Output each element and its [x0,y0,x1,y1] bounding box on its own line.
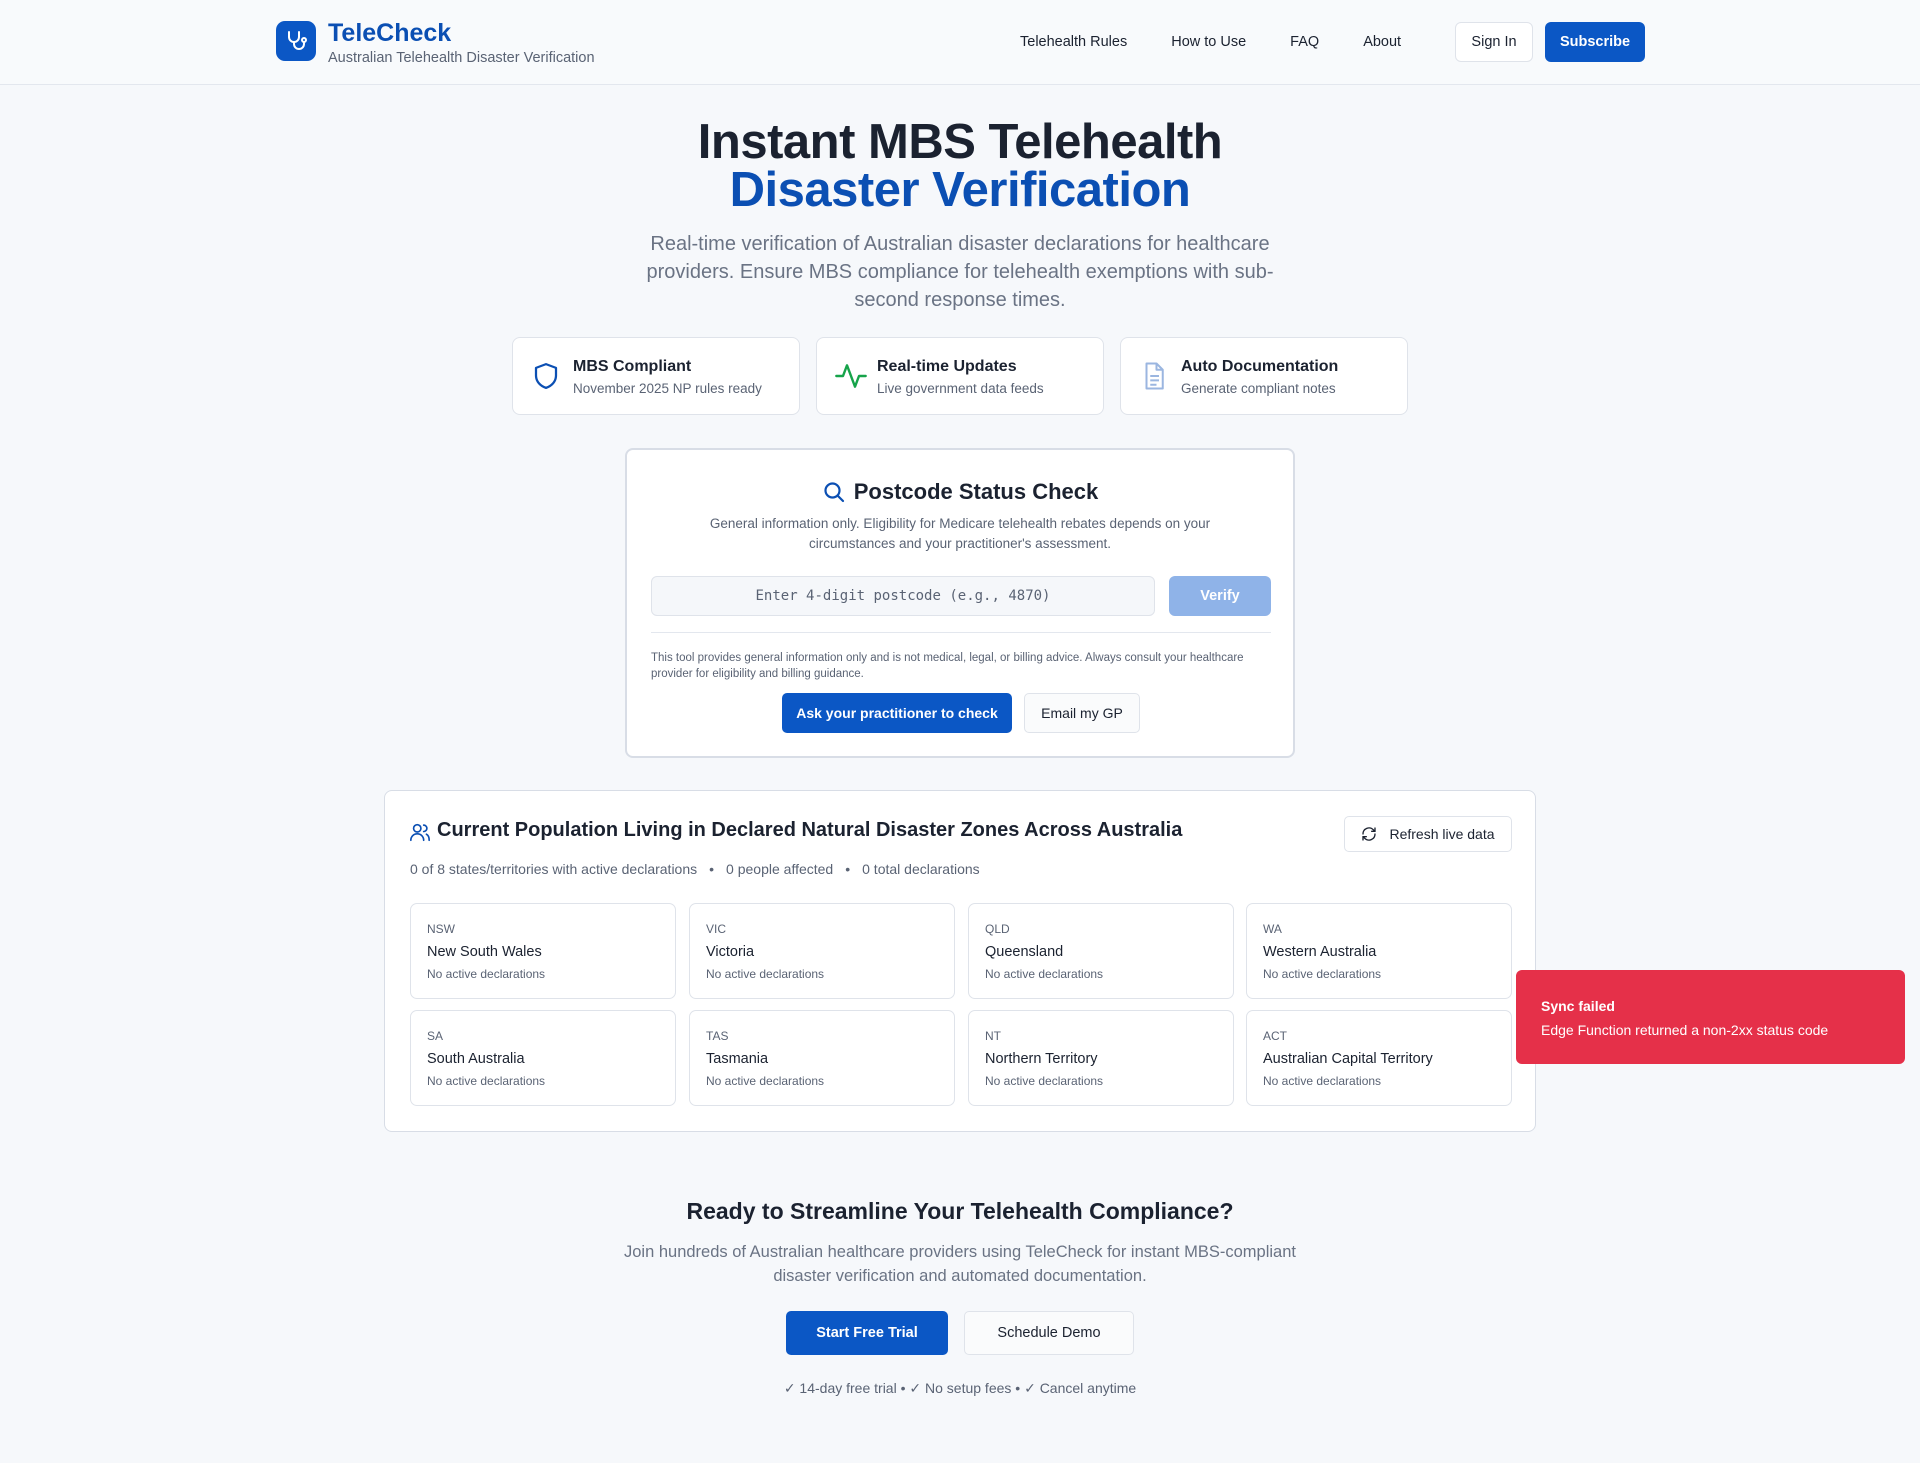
main-nav: Telehealth Rules How to Use FAQ About [1020,22,1445,62]
cta-note: ✓ 14-day free trial • ✓ No setup fees • … [783,1380,1137,1396]
population-stats: 0 of 8 states/territories with active de… [410,861,980,877]
state-name: Northern Territory [985,1051,1098,1067]
state-status: No active declarations [427,967,546,981]
state-code: NSW [427,922,455,936]
state-status: No active declarations [985,967,1104,981]
email-gp-button[interactable]: Email my GP [1024,693,1140,733]
verify-button[interactable]: Verify [1169,576,1271,616]
postcode-check-card: Postcode Status Check General informatio… [625,448,1295,758]
brand-tagline: Australian Telehealth Disaster Verificat… [328,50,595,66]
feature-subtitle: Live government data feeds [877,381,1044,396]
state-code: VIC [706,922,727,936]
state-card-vic[interactable]: VIC Victoria No active declarations [689,903,955,999]
separator-dot: • [709,861,715,877]
state-code: SA [427,1029,444,1043]
state-status: No active declarations [427,1074,546,1088]
feature-title: MBS Compliant [573,358,692,375]
hero-title-line2: Disaster Verification [729,163,1191,217]
state-name: Australian Capital Territory [1263,1051,1433,1067]
state-code: QLD [985,922,1010,936]
postcode-disclaimer: This tool provides general information o… [651,652,1244,680]
nav-faq[interactable]: FAQ [1290,34,1319,50]
feature-title: Auto Documentation [1181,358,1339,375]
feature-subtitle: November 2025 NP rules ready [573,381,762,396]
feature-card-realtime: Real-time Updates Live government data f… [816,337,1104,415]
population-card: Current Population Living in Declared Na… [384,790,1536,1132]
ask-practitioner-button[interactable]: Ask your practitioner to check [782,693,1012,733]
stethoscope-icon[interactable] [276,21,316,61]
state-code: TAS [706,1029,729,1043]
schedule-demo-button[interactable]: Schedule Demo [964,1311,1134,1355]
search-icon [824,482,844,503]
subscribe-button[interactable]: Subscribe [1545,22,1645,62]
cta-title: Ready to Streamline Your Telehealth Comp… [686,1198,1234,1224]
state-card-qld[interactable]: QLD Queensland No active declarations [968,903,1234,999]
divider [651,632,1271,633]
feature-title: Real-time Updates [877,358,1017,375]
state-card-sa[interactable]: SA South Australia No active declaration… [410,1010,676,1106]
stat-declarations: 0 total declarations [862,861,980,877]
feature-card-mbs: MBS Compliant November 2025 NP rules rea… [512,337,800,415]
refresh-label: Refresh live data [1389,826,1495,842]
refresh-icon [1362,827,1377,841]
state-status: No active declarations [1263,1074,1382,1088]
nav-about[interactable]: About [1363,34,1401,50]
stat-states: 0 of 8 states/territories with active de… [410,861,698,877]
state-status: No active declarations [1263,967,1382,981]
refresh-data-button[interactable]: Refresh live data [1344,816,1512,852]
postcode-description: General information only. Eligibility fo… [709,516,1211,551]
sign-in-button[interactable]: Sign In [1455,22,1533,62]
state-name: New South Wales [427,944,542,960]
error-toast[interactable]: Sync failed Edge Function returned a non… [1516,970,1905,1064]
state-status: No active declarations [985,1074,1104,1088]
cta-subtitle: Join hundreds of Australian healthcare p… [624,1243,1296,1285]
feature-card-docs: Auto Documentation Generate compliant no… [1120,337,1408,415]
stat-people: 0 people affected [726,861,834,877]
state-name: Tasmania [706,1051,769,1067]
state-name: Queensland [985,944,1064,960]
brand-name[interactable]: TeleCheck [328,19,451,48]
nav-how-to-use[interactable]: How to Use [1171,34,1246,50]
nav-telehealth-rules[interactable]: Telehealth Rules [1020,34,1127,50]
hero-subtitle: Real-time verification of Australian dis… [646,233,1274,311]
state-card-tas[interactable]: TAS Tasmania No active declarations [689,1010,955,1106]
state-card-wa[interactable]: WA Western Australia No active declarati… [1246,903,1512,999]
start-trial-button[interactable]: Start Free Trial [786,1311,948,1355]
separator-dot: • [845,861,851,877]
state-code: ACT [1263,1029,1287,1043]
population-title: Current Population Living in Declared Na… [437,819,1183,841]
state-name: South Australia [427,1051,525,1067]
state-code: NT [985,1029,1001,1043]
state-card-nt[interactable]: NT Northern Territory No active declarat… [968,1010,1234,1106]
state-name: Victoria [706,944,755,960]
shield-icon [531,360,563,394]
state-code: WA [1263,922,1282,936]
state-name: Western Australia [1263,944,1377,960]
document-icon [1139,360,1171,394]
toast-message: Edge Function returned a non-2xx status … [1541,1022,1829,1038]
top-header: TeleCheck Australian Telehealth Disaster… [0,0,1920,85]
state-status: No active declarations [706,1074,825,1088]
postcode-input[interactable] [651,576,1155,616]
state-card-act[interactable]: ACT Australian Capital Territory No acti… [1246,1010,1512,1106]
state-status: No active declarations [706,967,825,981]
feature-subtitle: Generate compliant notes [1181,381,1336,396]
postcode-title-row: Postcode Status Check [627,478,1293,505]
toast-title: Sync failed [1541,998,1615,1014]
state-card-nsw[interactable]: NSW New South Wales No active declaratio… [410,903,676,999]
postcode-title: Postcode Status Check [853,479,1099,505]
activity-icon [835,360,867,394]
users-icon [409,821,431,848]
